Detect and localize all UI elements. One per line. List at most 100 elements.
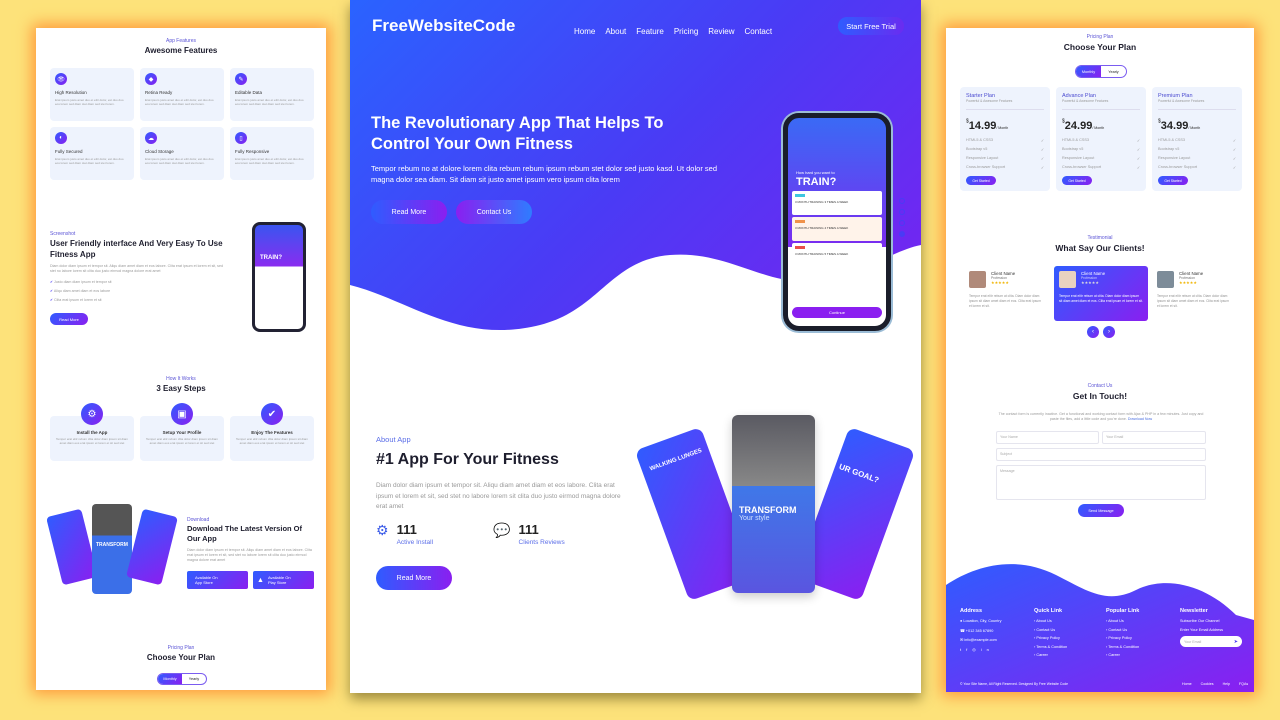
- check-icon: ✓: [1232, 166, 1236, 170]
- footer-link[interactable]: › Career: [1106, 653, 1139, 657]
- phone-icon: ☎: [960, 628, 965, 633]
- scroll-dot[interactable]: [899, 209, 905, 215]
- name-input[interactable]: Your Name: [996, 431, 1099, 444]
- footer-link[interactable]: › Terms & Condition: [1106, 645, 1139, 649]
- scroll-dot[interactable]: [899, 231, 905, 237]
- app-store-button[interactable]: Available On App Store: [187, 571, 248, 589]
- footer-bottom-link[interactable]: Help: [1223, 682, 1230, 686]
- testimonial-title: What Say Our Clients!: [1055, 243, 1145, 253]
- right-page-preview: Pricing Plan Choose Your Plan Monthly Yea…: [946, 28, 1254, 692]
- screenshot-read-more-button[interactable]: Read More: [50, 313, 88, 325]
- hero-read-more-button[interactable]: Read More: [371, 200, 447, 224]
- check-icon: ✓: [1136, 166, 1140, 170]
- steps-title: 3 Easy Steps: [156, 384, 206, 393]
- step-card: ⚙ Install the App Tempor erat elitr rebum …: [50, 403, 134, 461]
- billing-toggle[interactable]: Monthly Yearly: [1075, 65, 1127, 78]
- app-screens-image: TRANSFORM: [46, 504, 180, 599]
- send-message-button[interactable]: Send Message: [1078, 504, 1124, 517]
- footer-bottom-links: Home Cookies Help FQAs: [1182, 682, 1248, 686]
- nav-contact[interactable]: Contact: [745, 27, 773, 36]
- feature-card: ☁ Cloud Storage Erat ipsum justo amet duo …: [140, 127, 224, 180]
- client-avatar: [969, 271, 986, 288]
- footer-link[interactable]: › About Us: [1106, 619, 1139, 623]
- nav-home[interactable]: Home: [574, 27, 595, 36]
- newsletter-email-input[interactable]: Your Email ➤: [1180, 636, 1242, 647]
- step-icon: ✔: [261, 403, 283, 425]
- check-icon: ✓: [1232, 157, 1236, 161]
- pricing-title: Choose Your Plan: [1063, 42, 1137, 52]
- email-input[interactable]: Your Email: [1102, 431, 1206, 444]
- footer-bottom-link[interactable]: FQAs: [1239, 682, 1248, 686]
- logo[interactable]: FreeWebsiteCode: [372, 16, 515, 36]
- about-read-more-button[interactable]: Read More: [376, 566, 452, 590]
- footer-link[interactable]: › Career: [1034, 653, 1067, 657]
- page-scroll-dots: [899, 198, 905, 237]
- pricing-card: Premium Plan Powerful & Awesome Features $…: [1152, 87, 1242, 191]
- map-marker-icon: ●: [960, 619, 963, 623]
- contact-title: Get In Touch!: [1072, 391, 1128, 401]
- next-arrow-icon[interactable]: ›: [1103, 326, 1115, 338]
- footer-quick-title: Quick Link: [1034, 608, 1063, 614]
- training-option[interactable]: 3 MONTH TRAINING 5 TIMES A WEEK: [792, 243, 882, 267]
- check-icon: ✓: [1136, 157, 1140, 161]
- footer-link[interactable]: › Privacy Policy: [1106, 636, 1139, 640]
- feature-icon: ◆: [145, 73, 157, 85]
- step-card: ✔ Enjoy The Features Tempor erat elitr reb…: [230, 403, 314, 461]
- nav-feature[interactable]: Feature: [636, 27, 664, 36]
- get-started-button[interactable]: Get Started: [1062, 176, 1092, 185]
- about-label: About App: [376, 435, 411, 444]
- scroll-dot[interactable]: [899, 220, 905, 226]
- address-item: ✉ info@example.com: [960, 638, 997, 642]
- training-option[interactable]: 3 MONTH TRAINING 3 TIMES A WEEK: [792, 191, 882, 215]
- scroll-dot[interactable]: [899, 198, 905, 204]
- download-label: Download: [187, 517, 210, 523]
- prev-arrow-icon[interactable]: ‹: [1087, 326, 1099, 338]
- hero-contact-button[interactable]: Contact Us: [456, 200, 532, 224]
- start-free-trial-button[interactable]: Start Free Trial: [838, 17, 904, 35]
- continue-button[interactable]: Continue: [792, 307, 882, 318]
- client-avatar: [1157, 271, 1174, 288]
- about-text: Diam dolor diam ipsum et tempor sit. Ali…: [376, 482, 621, 510]
- check-item: ✔ Aliqu diam amet diam et eos labore: [50, 289, 111, 293]
- feature-card: ▯ Fully Responsive Erat ipsum justo amet d…: [230, 127, 314, 180]
- play-store-button[interactable]: ▲ Available On Play Store: [253, 571, 314, 589]
- check-icon: ✓: [1040, 148, 1044, 152]
- check-icon: ✓: [1136, 139, 1140, 143]
- rating-stars: ★★★★★: [1179, 280, 1197, 285]
- step-icon: ⚙: [81, 403, 103, 425]
- subject-input[interactable]: Subject: [996, 448, 1206, 461]
- nav-review[interactable]: Review: [708, 27, 734, 36]
- about-title: #1 App For Your Fitness: [376, 451, 559, 468]
- footer-link[interactable]: › Terms & Condition: [1034, 645, 1067, 649]
- screenshot-text: Diam dolor diam ipsum et tempor sit. Ali…: [50, 264, 223, 273]
- feature-icon: 👁: [55, 73, 67, 85]
- footer-bottom-link[interactable]: Home: [1182, 682, 1192, 686]
- pricing-card: Starter Plan Powerful & Awesome Features $…: [960, 87, 1050, 191]
- message-textarea[interactable]: Message: [996, 465, 1206, 500]
- footer-link[interactable]: › About Us: [1034, 619, 1067, 623]
- testimonial-label: Testimonial: [1087, 235, 1113, 241]
- training-option[interactable]: 3 MONTH TRAINING 4 TIMES A WEEK: [792, 217, 882, 241]
- hero-title: The Revolutionary App That Helps To Contr…: [371, 114, 664, 153]
- rating-stars: ★★★★★: [991, 280, 1009, 285]
- screenshot-label: Screenshot: [50, 231, 76, 237]
- check-icon: ✔: [50, 280, 54, 284]
- contact-label: Contact Us: [1087, 383, 1113, 389]
- footer-link[interactable]: › Privacy Policy: [1034, 636, 1067, 640]
- check-icon: ✓: [1232, 139, 1236, 143]
- download-title: Download The Latest Version Of Our App: [187, 524, 303, 543]
- get-started-button[interactable]: Get Started: [966, 176, 996, 185]
- get-started-button[interactable]: Get Started: [1158, 176, 1188, 185]
- billing-toggle[interactable]: Monthly Yearly: [157, 673, 207, 685]
- footer-link[interactable]: › Contact Us: [1034, 628, 1067, 632]
- footer-bottom-link[interactable]: Cookies: [1201, 682, 1214, 686]
- nav-pricing[interactable]: Pricing: [674, 27, 698, 36]
- nav-about[interactable]: About: [605, 27, 626, 36]
- check-item: ✔ Justo diam diam ipsum et tempor sit: [50, 280, 112, 284]
- feature-card: ✎ Editable Data Erat ipsum justo amet duo …: [230, 68, 314, 121]
- social-icons[interactable]: tf◎in: [960, 647, 1002, 652]
- linkedin-icon: in: [980, 646, 994, 652]
- footer-link[interactable]: › Contact Us: [1106, 628, 1139, 632]
- download-now-link[interactable]: Download Now: [1128, 417, 1152, 421]
- check-icon: ✔: [50, 298, 54, 302]
